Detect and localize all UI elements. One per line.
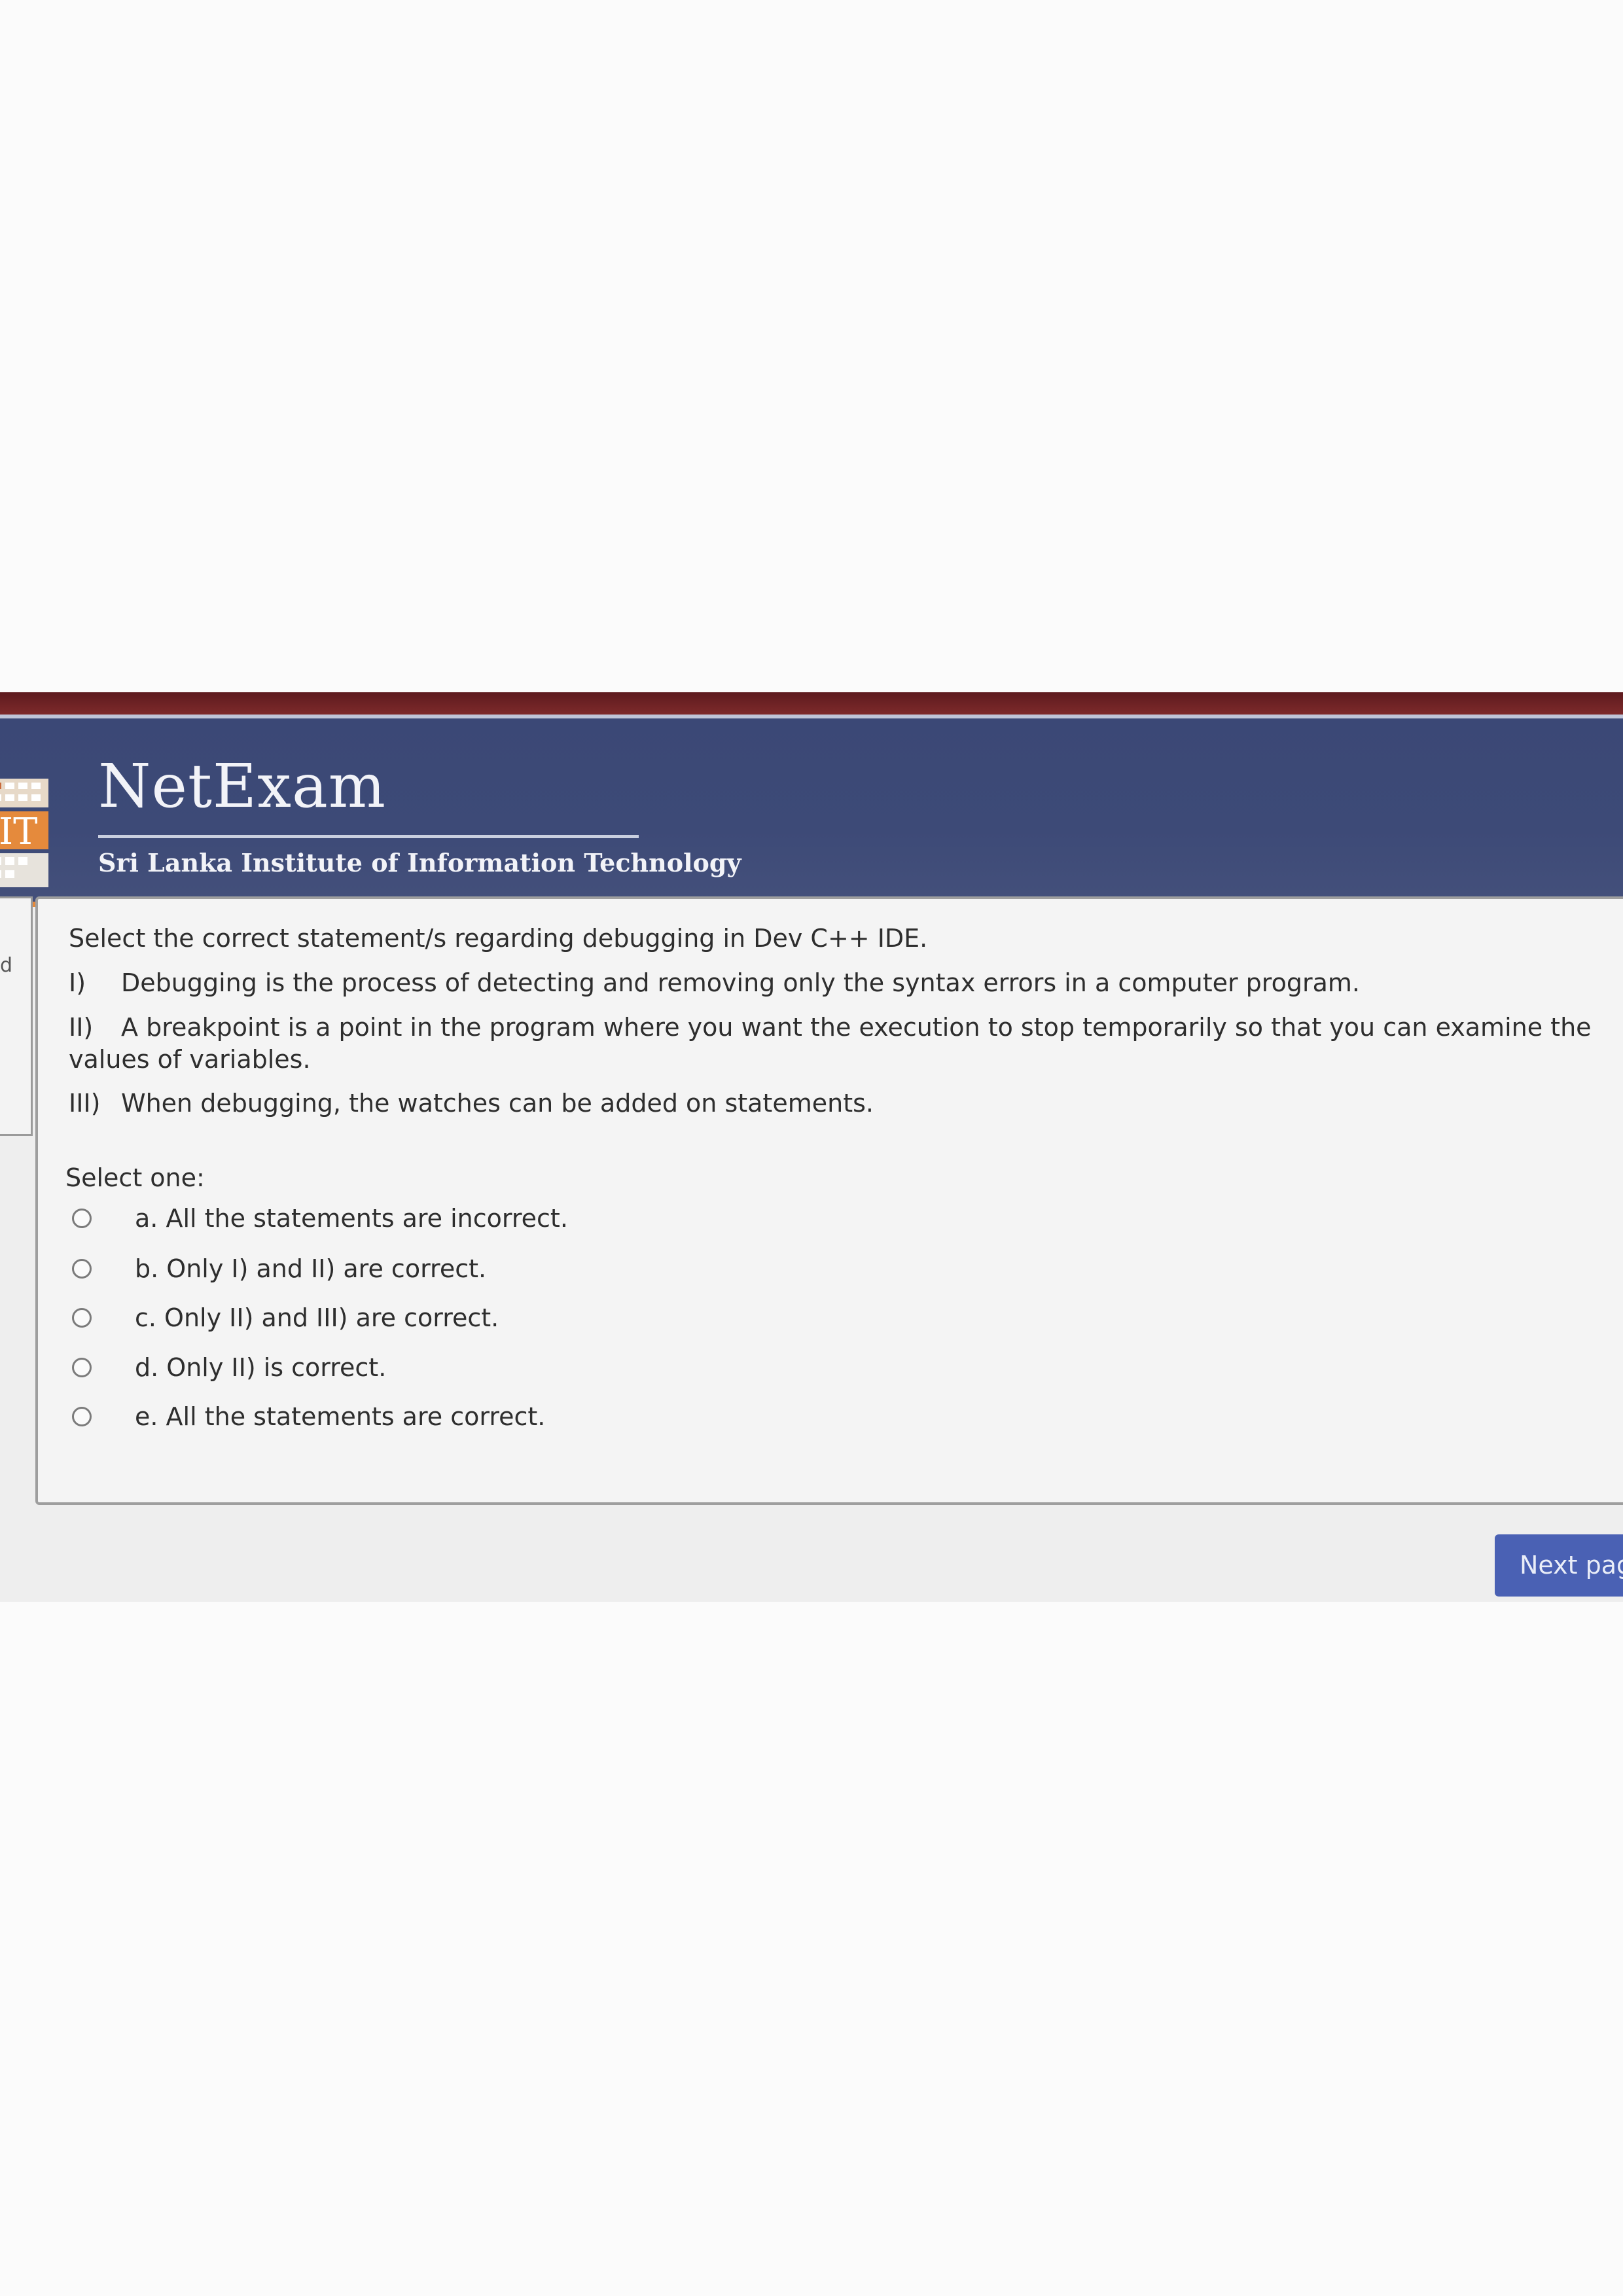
radio-button[interactable] <box>72 1407 92 1426</box>
statement-3: III) When debugging, the watches can be a… <box>69 1087 874 1120</box>
answer-option-label[interactable]: e. All the statements are correct. <box>135 1404 545 1429</box>
statement-number: I) <box>69 968 86 997</box>
radio-button[interactable] <box>72 1358 92 1377</box>
radio-button[interactable] <box>72 1209 92 1228</box>
statement-text: Debugging is the process of detecting an… <box>121 968 1360 997</box>
statement-text: A breakpoint is a point in the program w… <box>69 1013 1592 1074</box>
exam-screen: IT NetExam Sri Lanka Institute of Inform… <box>0 692 1623 1602</box>
brand-name: NetExam <box>98 751 387 821</box>
statement-text: When debugging, the watches can be added… <box>121 1089 874 1118</box>
statement-2: II) A breakpoint is a point in the progra… <box>69 1012 1600 1076</box>
answer-option-label[interactable]: d. Only II) is correct. <box>135 1355 386 1380</box>
radio-button[interactable] <box>72 1259 92 1279</box>
next-page-button[interactable]: Next page <box>1495 1534 1623 1597</box>
browser-top-edge <box>0 692 1623 715</box>
institute-name: Sri Lanka Institute of Information Techn… <box>98 848 741 877</box>
select-one-prompt: Select one: <box>65 1163 205 1192</box>
brand-divider <box>98 835 639 838</box>
site-header: IT NetExam Sri Lanka Institute of Inform… <box>0 715 1623 904</box>
statement-1: I) Debugging is the process of detecting … <box>69 967 1360 999</box>
side-panel-text: d <box>0 954 13 977</box>
institute-logo-icon: IT <box>0 779 48 887</box>
answer-option-label[interactable]: a. All the statements are incorrect. <box>135 1206 568 1231</box>
radio-button[interactable] <box>72 1308 92 1328</box>
side-navigation-panel <box>0 896 33 1136</box>
answer-option-label[interactable]: b. Only I) and II) are correct. <box>135 1256 486 1281</box>
question-stem: Select the correct statement/s regarding… <box>69 924 928 953</box>
answer-option-label[interactable]: c. Only II) and III) are correct. <box>135 1305 499 1330</box>
logo-text: IT <box>0 811 37 853</box>
statement-number: III) <box>69 1089 101 1118</box>
statement-number: II) <box>69 1013 94 1042</box>
